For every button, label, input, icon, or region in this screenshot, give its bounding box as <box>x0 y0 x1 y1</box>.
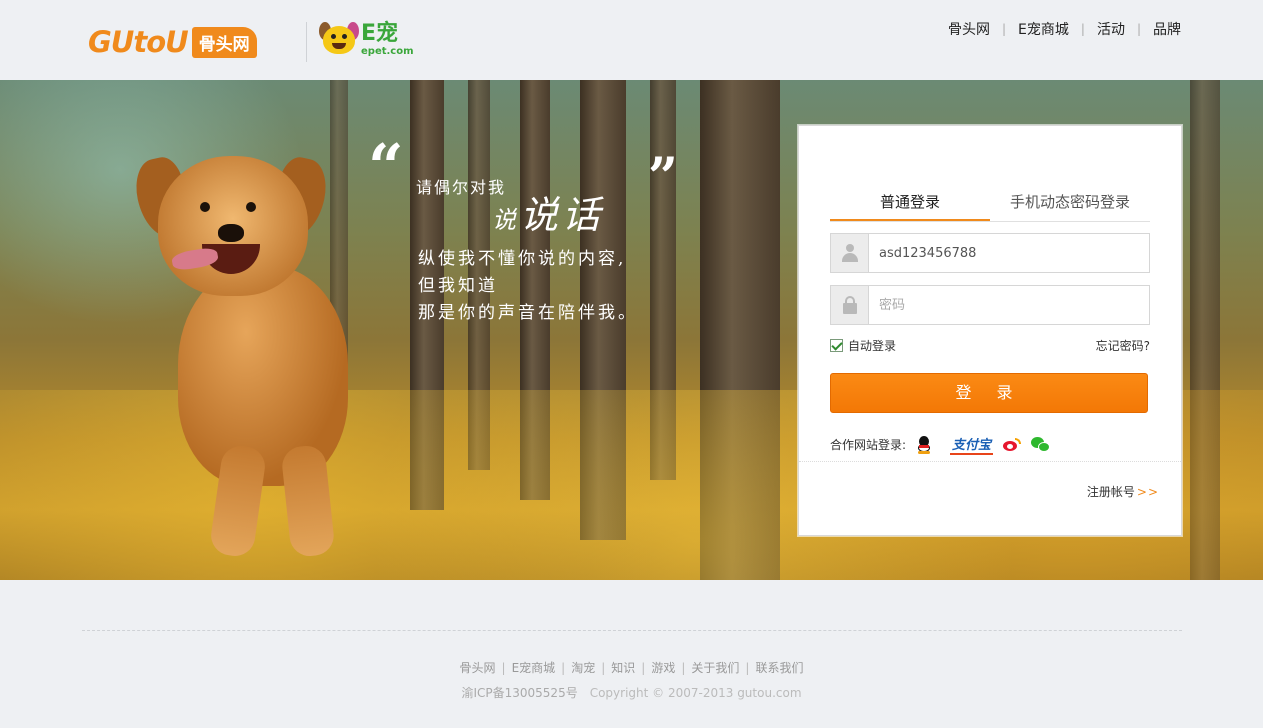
wechat-icon[interactable] <box>1031 436 1051 453</box>
weibo-icon[interactable] <box>1003 437 1022 452</box>
quote-line-2-small: 说 <box>492 206 520 234</box>
nav-separator: | <box>1080 22 1085 36</box>
footer-link-taochong[interactable]: 淘宠 <box>571 661 595 675</box>
poem-line: 纵使我不懂你说的内容, <box>418 249 627 269</box>
register-label: 注册帐号 <box>1086 485 1135 499</box>
gutou-logo[interactable]: GUtoU 骨头网 <box>88 25 257 59</box>
footer-link-games[interactable]: 游戏 <box>651 661 675 675</box>
register-link[interactable]: 注册帐号 >> <box>1087 483 1159 500</box>
epet-dog-icon <box>319 20 359 60</box>
auto-login-checkbox[interactable] <box>830 338 843 352</box>
footer-separator: | <box>681 661 686 675</box>
nav-separator: | <box>1002 22 1007 36</box>
poem-line: 那是你的声音在陪伴我。 <box>418 303 638 323</box>
footer-link-gutou[interactable]: 骨头网 <box>460 661 496 675</box>
epet-logo-en: epet.com <box>361 46 414 57</box>
quote-open-mark: “ <box>368 130 404 203</box>
gutou-logo-cn: 骨头网 <box>191 26 257 58</box>
footer-links: 骨头网 | E宠商城 | 淘宠 | 知识 | 游戏 | 关于我们 | 联系我们 <box>0 659 1263 676</box>
user-icon <box>831 234 869 272</box>
alipay-icon[interactable]: 支付宝 <box>950 434 994 455</box>
footer-separator: | <box>561 661 566 675</box>
footer-link-about[interactable]: 关于我们 <box>691 661 739 675</box>
footer-link-contact[interactable]: 联系我们 <box>755 661 803 675</box>
footer-link-knowledge[interactable]: 知识 <box>611 661 635 675</box>
gutou-logo-word: GUtoU <box>88 25 189 59</box>
auto-login[interactable]: 自动登录 <box>830 337 896 354</box>
nav-brands[interactable]: 品牌 <box>1153 19 1181 39</box>
quote-line-2-big: 说话 <box>520 193 605 237</box>
lock-icon <box>831 286 869 324</box>
login-panel: 普通登录 手机动态密码登录 自动登录 忘记密码? 登 录 合作网站登录: 支付宝 <box>798 125 1182 536</box>
top-nav: 骨头网 | E宠商城 | 活动 | 品牌 <box>948 19 1181 39</box>
nav-gutou[interactable]: 骨头网 <box>948 19 990 39</box>
footer-separator: | <box>501 661 506 675</box>
forgot-password-link[interactable]: 忘记密码? <box>1096 337 1150 354</box>
footer-separator: | <box>745 661 750 675</box>
quote-close-mark: ” <box>648 147 678 208</box>
footer-separator: | <box>641 661 646 675</box>
tab-sms-login[interactable]: 手机动态密码登录 <box>990 188 1150 221</box>
username-input[interactable] <box>869 234 1149 272</box>
login-tabs: 普通登录 手机动态密码登录 <box>830 188 1150 222</box>
tab-normal-login[interactable]: 普通登录 <box>830 188 990 221</box>
username-field <box>830 233 1150 273</box>
footer-divider <box>82 630 1182 631</box>
panel-divider <box>799 461 1181 462</box>
nav-activities[interactable]: 活动 <box>1097 19 1125 39</box>
nav-epet-mall[interactable]: E宠商城 <box>1018 19 1069 39</box>
footer-link-epet-mall[interactable]: E宠商城 <box>512 661 556 675</box>
auto-login-label: 自动登录 <box>848 338 897 353</box>
quote-line-2: 说说话 <box>492 184 604 239</box>
epet-logo-cn: E宠 <box>361 21 399 46</box>
login-options: 自动登录 忘记密码? <box>830 337 1150 353</box>
qq-icon[interactable] <box>916 435 932 454</box>
footer-separator: | <box>601 661 606 675</box>
poem-line: 但我知道 <box>418 276 498 296</box>
site-header: GUtoU 骨头网 E宠 epet.com 骨头网 | E宠商城 | 活动 | … <box>0 0 1263 80</box>
footer-copyright-text: Copyright © 2007-2013 gutou.com <box>589 686 802 700</box>
golden-retriever-image <box>130 146 368 559</box>
nav-separator: | <box>1136 22 1141 36</box>
epet-logo[interactable]: E宠 epet.com <box>319 20 414 60</box>
partner-login: 合作网站登录: 支付宝 <box>830 434 1051 455</box>
footer-copyright: 渝ICP备13005525号 Copyright © 2007-2013 guto… <box>0 684 1263 701</box>
register-arrow: >> <box>1136 485 1159 499</box>
footer-icp: 渝ICP备13005525号 <box>461 686 578 700</box>
logo-divider <box>306 22 307 62</box>
password-input[interactable] <box>869 286 1149 324</box>
password-field <box>830 285 1150 325</box>
login-button[interactable]: 登 录 <box>830 373 1148 413</box>
quote-poem: 纵使我不懂你说的内容, 但我知道 那是你的声音在陪伴我。 <box>418 246 638 327</box>
partner-login-label: 合作网站登录: <box>830 438 907 452</box>
